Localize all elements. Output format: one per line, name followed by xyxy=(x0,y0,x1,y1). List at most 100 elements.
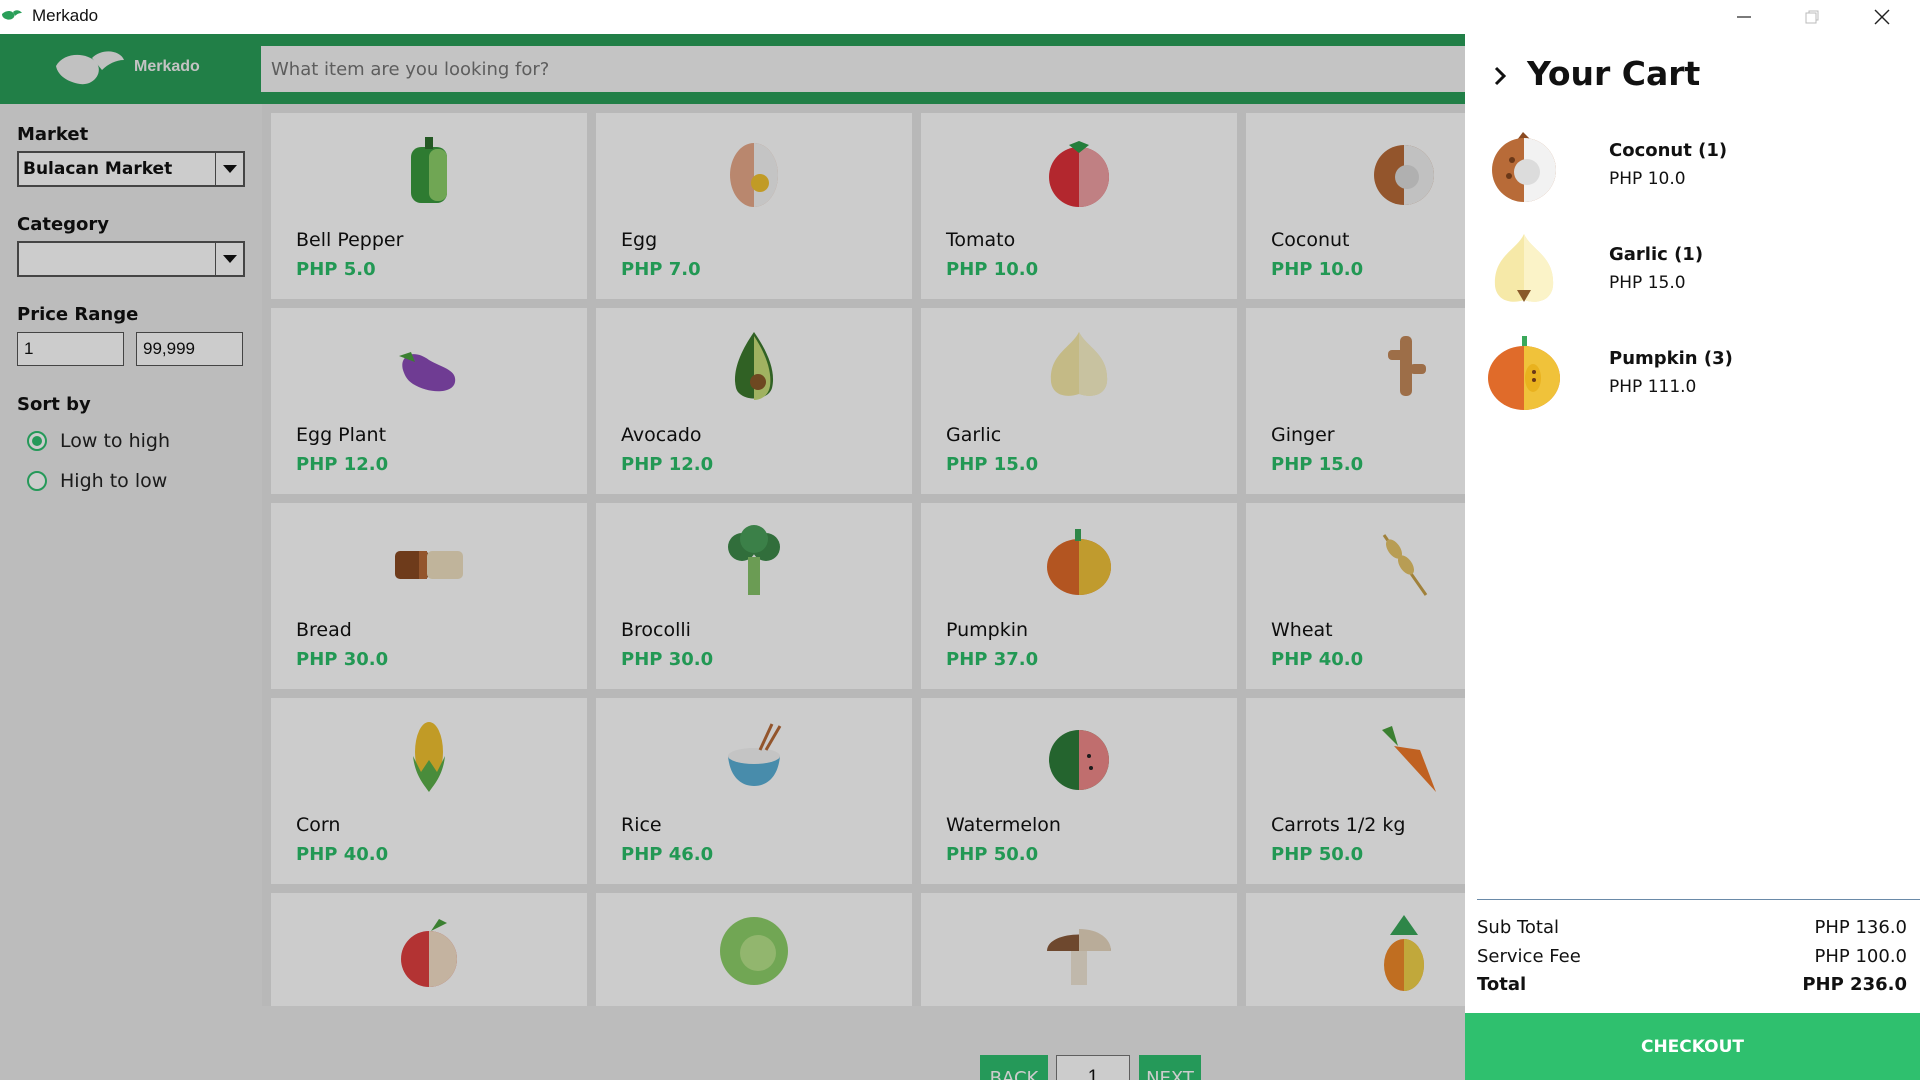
ginger-icon xyxy=(1388,336,1426,396)
garlic-icon xyxy=(1050,332,1108,396)
total-value: PHP 236.0 xyxy=(1802,974,1907,995)
product-price: PHP 12.0 xyxy=(296,454,389,475)
merkado-app-icon xyxy=(2,10,22,20)
cart-item[interactable]: Coconut (1) PHP 10.0 xyxy=(1487,126,1907,210)
total-label: Total xyxy=(1477,974,1527,995)
product-name: Egg Plant xyxy=(296,424,387,446)
close-icon xyxy=(1874,9,1890,25)
product-name: Corn xyxy=(296,814,341,836)
product-card[interactable] xyxy=(596,893,912,1006)
cart-item-price: PHP 10.0 xyxy=(1609,169,1686,189)
filter-sidebar: Market Bulacan Market Category Price Ran… xyxy=(0,104,262,1080)
product-name: Avocado xyxy=(621,424,702,446)
product-name: Carrots 1/2 kg xyxy=(1271,814,1406,836)
product-price: PHP 15.0 xyxy=(946,454,1039,475)
product-card[interactable]: Bread PHP 30.0 xyxy=(271,503,587,689)
cart-item[interactable]: Garlic (1) PHP 15.0 xyxy=(1487,230,1907,314)
product-card[interactable]: Rice PHP 46.0 xyxy=(596,698,912,884)
product-price: PHP 10.0 xyxy=(946,259,1039,280)
cart-item[interactable]: Pumpkin (3) PHP 111.0 xyxy=(1487,334,1907,418)
product-card[interactable] xyxy=(271,893,587,1006)
service-fee-row: Service Fee PHP 100.0 xyxy=(1477,946,1907,967)
product-card[interactable]: Egg PHP 7.0 xyxy=(596,113,912,299)
product-name: Ginger xyxy=(1271,424,1335,446)
product-card[interactable]: Bell Pepper PHP 5.0 xyxy=(271,113,587,299)
sort-high-to-low-radio[interactable]: High to low xyxy=(27,470,167,492)
minimize-button[interactable] xyxy=(1714,0,1774,34)
product-card[interactable]: Corn PHP 40.0 xyxy=(271,698,587,884)
minimize-icon xyxy=(1737,16,1751,18)
product-card[interactable]: Egg Plant PHP 12.0 xyxy=(271,308,587,494)
product-card[interactable]: Brocolli PHP 30.0 xyxy=(596,503,912,689)
product-name: Wheat xyxy=(1271,619,1333,641)
product-card[interactable]: Garlic PHP 15.0 xyxy=(921,308,1237,494)
restore-icon xyxy=(1805,10,1819,24)
chevron-right-icon[interactable] xyxy=(1493,64,1509,88)
product-card[interactable]: Tomato PHP 10.0 xyxy=(921,113,1237,299)
product-price: PHP 40.0 xyxy=(296,844,389,865)
cart-item-name: Coconut (1) xyxy=(1609,140,1728,161)
price-max-input[interactable] xyxy=(136,332,243,366)
cart-item-name: Garlic (1) xyxy=(1609,244,1704,265)
product-card[interactable] xyxy=(1246,893,1465,1006)
window-title: Merkado xyxy=(32,6,99,25)
product-name: Bell Pepper xyxy=(296,229,404,251)
chevron-down-icon[interactable] xyxy=(215,243,243,275)
pineapple-icon xyxy=(1384,915,1424,991)
sort-low-to-high-radio[interactable]: Low to high xyxy=(27,430,170,452)
product-price: PHP 10.0 xyxy=(1271,259,1364,280)
product-card[interactable]: Watermelon PHP 50.0 xyxy=(921,698,1237,884)
product-price: PHP 37.0 xyxy=(946,649,1039,670)
product-price: PHP 40.0 xyxy=(1271,649,1364,670)
product-name: Garlic xyxy=(946,424,1002,446)
corn-icon xyxy=(413,722,445,792)
checkout-button[interactable]: CHECKOUT xyxy=(1465,1013,1920,1080)
service-fee-label: Service Fee xyxy=(1477,946,1581,967)
next-button[interactable]: NEXT xyxy=(1139,1055,1201,1080)
tomato-icon xyxy=(1049,141,1109,207)
egg-icon xyxy=(730,143,778,207)
subtotal-value: PHP 136.0 xyxy=(1814,917,1908,938)
product-name: Coconut xyxy=(1271,229,1350,251)
restore-button[interactable] xyxy=(1782,0,1842,34)
price-range-label: Price Range xyxy=(17,304,139,325)
price-min-input[interactable] xyxy=(17,332,124,366)
shop-area: Merkado Market Bulacan Market Category P… xyxy=(0,34,1465,1080)
cart-item-price: PHP 111.0 xyxy=(1609,377,1697,397)
bread-icon xyxy=(395,551,463,579)
product-card[interactable]: Wheat PHP 40.0 xyxy=(1246,503,1465,689)
product-price: PHP 5.0 xyxy=(296,259,376,280)
coconut-icon xyxy=(1374,145,1434,205)
product-grid: Bell Pepper PHP 5.0 Egg PHP 7.0 Tomato PHP 10… xyxy=(262,104,1465,1006)
product-card[interactable]: Avocado PHP 12.0 xyxy=(596,308,912,494)
sort-label: Sort by xyxy=(17,394,91,415)
page-number-input[interactable] xyxy=(1056,1055,1130,1080)
market-select[interactable]: Bulacan Market xyxy=(17,151,245,187)
broccoli-icon xyxy=(728,525,780,595)
product-name: Watermelon xyxy=(946,814,1061,836)
product-price: PHP 7.0 xyxy=(621,259,701,280)
product-card[interactable]: Carrots 1/2 kg PHP 50.0 xyxy=(1246,698,1465,884)
category-select[interactable] xyxy=(17,241,245,277)
product-name: Rice xyxy=(621,814,662,836)
pumpkin-icon xyxy=(1047,529,1111,595)
product-price: PHP 30.0 xyxy=(621,649,714,670)
close-button[interactable] xyxy=(1852,0,1912,34)
cart-title: Your Cart xyxy=(1527,54,1701,93)
product-card[interactable]: Pumpkin PHP 37.0 xyxy=(921,503,1237,689)
carrot-icon xyxy=(1382,726,1436,792)
coconut-icon xyxy=(1492,132,1556,202)
chevron-down-icon[interactable] xyxy=(215,153,243,185)
product-name: Pumpkin xyxy=(946,619,1029,641)
back-button[interactable]: BACK xyxy=(980,1055,1048,1080)
top-bar: Merkado xyxy=(0,34,1465,104)
product-card[interactable]: Coconut PHP 10.0 xyxy=(1246,113,1465,299)
product-price: PHP 50.0 xyxy=(1271,844,1364,865)
product-card[interactable] xyxy=(921,893,1237,1006)
wheat-icon xyxy=(1382,534,1428,596)
product-card[interactable]: Ginger PHP 15.0 xyxy=(1246,308,1465,494)
cart-panel: Your Cart Coconut (1) PHP 10.0 Garlic (1… xyxy=(1465,34,1920,1080)
search-input[interactable] xyxy=(261,46,1465,92)
product-name: Brocolli xyxy=(621,619,691,641)
cart-divider xyxy=(1477,899,1920,900)
